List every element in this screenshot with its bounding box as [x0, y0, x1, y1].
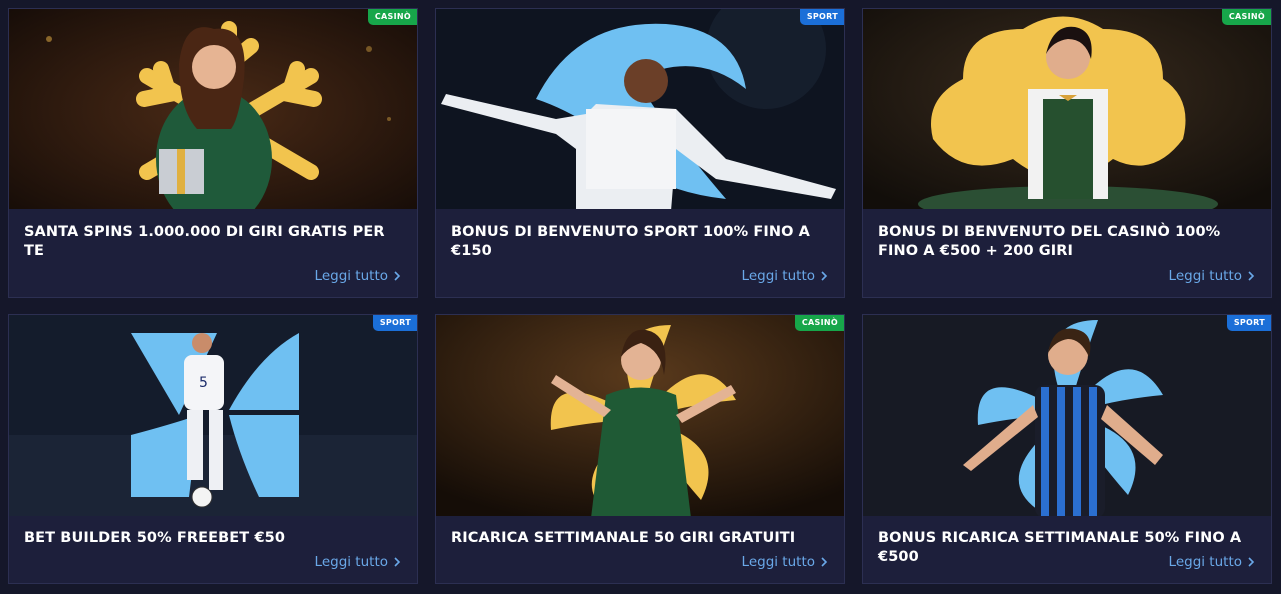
read-more-label: Leggi tutto [741, 268, 815, 284]
chevron-right-icon [1248, 557, 1255, 567]
promo-card-body: BONUS DI BENVENUTO SPORT 100% FINO A €15… [436, 209, 844, 297]
category-badge-casino: CASINÒ [1221, 9, 1271, 25]
promo-title: SANTA SPINS 1.000.000 DI GIRI GRATIS PER… [24, 224, 385, 259]
promo-card-body: SANTA SPINS 1.000.000 DI GIRI GRATIS PER… [9, 209, 417, 297]
promo-title: BET BUILDER 50% FREEBET €50 [24, 530, 286, 546]
read-more-link[interactable]: Leggi tutto [1169, 268, 1255, 284]
promo-card-body: RICARICA SETTIMANALE 50 GIRI GRATUITI Le… [436, 516, 844, 583]
read-more-label: Leggi tutto [1168, 554, 1242, 570]
chevron-right-icon [1248, 271, 1255, 281]
promo-card-casino-welcome[interactable]: CASINÒ BONUS DI BENVENUTO DEL CASINÒ 100… [862, 8, 1272, 298]
promo-image-sport-welcome [436, 9, 844, 211]
chevron-right-icon [394, 557, 401, 567]
promo-image-weekly-reload [863, 315, 1271, 518]
promo-card-body: BONUS DI BENVENUTO DEL CASINÒ 100% FINO … [863, 209, 1271, 297]
chevron-right-icon [821, 271, 828, 281]
promo-card-bet-builder[interactable]: 5 SPORT BET BUILDER 50% FREEBET €50 Legg… [8, 314, 418, 584]
read-more-label: Leggi tutto [741, 554, 815, 570]
read-more-link[interactable]: Leggi tutto [315, 268, 401, 284]
promo-card-weekly-reload[interactable]: SPORT BONUS RICARICA SETTIMANALE 50% FIN… [862, 314, 1272, 584]
category-badge-sport: SPORT [799, 9, 844, 25]
promo-image-weekly-spins [436, 315, 844, 518]
promo-image-santa-spins [9, 9, 417, 211]
read-more-link[interactable]: Leggi tutto [315, 554, 401, 570]
promo-card-body: BONUS RICARICA SETTIMANALE 50% FINO A €5… [863, 516, 1271, 583]
chevron-right-icon [394, 271, 401, 281]
promotions-grid: CASINÒ SANTA SPINS 1.000.000 DI GIRI GRA… [0, 0, 1281, 594]
promo-title: RICARICA SETTIMANALE 50 GIRI GRATUITI [451, 530, 796, 546]
category-badge-sport: SPORT [372, 315, 417, 331]
promo-card-body: BET BUILDER 50% FREEBET €50 Leggi tutto [9, 516, 417, 583]
category-badge-casino: CASINÒ [367, 9, 417, 25]
promo-image-casino-welcome [863, 9, 1271, 211]
promo-card-weekly-spins[interactable]: CASINÒ RICARICA SETTIMANALE 50 GIRI GRAT… [435, 314, 845, 584]
promo-image-bet-builder: 5 [9, 315, 417, 518]
svg-text:5: 5 [199, 375, 208, 391]
chevron-right-icon [821, 557, 828, 567]
read-more-label: Leggi tutto [314, 554, 388, 570]
promo-title: BONUS DI BENVENUTO SPORT 100% FINO A €15… [451, 224, 810, 259]
promo-title: BONUS DI BENVENUTO DEL CASINÒ 100% FINO … [878, 224, 1221, 259]
read-more-label: Leggi tutto [314, 268, 388, 284]
read-more-link[interactable]: Leggi tutto [742, 268, 828, 284]
promo-card-sport-welcome[interactable]: SPORT BONUS DI BENVENUTO SPORT 100% FINO… [435, 8, 845, 298]
read-more-link[interactable]: Leggi tutto [1169, 554, 1255, 570]
promo-card-santa-spins[interactable]: CASINÒ SANTA SPINS 1.000.000 DI GIRI GRA… [8, 8, 418, 298]
category-badge-casino: CASINÒ [794, 315, 844, 331]
read-more-link[interactable]: Leggi tutto [742, 554, 828, 570]
category-badge-sport: SPORT [1226, 315, 1271, 331]
read-more-label: Leggi tutto [1168, 268, 1242, 284]
